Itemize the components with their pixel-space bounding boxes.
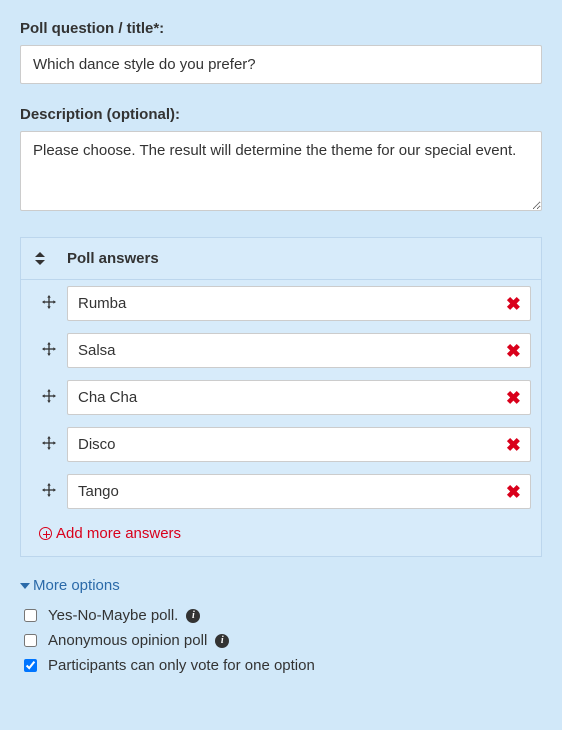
- answer-input[interactable]: [67, 286, 531, 321]
- option-checkbox[interactable]: [24, 609, 37, 622]
- poll-answers-panel: Poll answers ✖ ✖ ✖ ✖ ✖ Add more answers: [20, 237, 542, 557]
- answer-input[interactable]: [67, 474, 531, 509]
- drag-handle-icon[interactable]: [31, 389, 67, 406]
- answer-row: ✖: [21, 374, 541, 421]
- option-row: Participants can only vote for one optio…: [20, 656, 542, 675]
- option-checkbox[interactable]: [24, 659, 37, 672]
- more-options-toggle[interactable]: More options: [20, 577, 542, 594]
- poll-question-input[interactable]: [20, 45, 542, 84]
- delete-answer-icon[interactable]: ✖: [506, 389, 521, 407]
- caret-down-icon: [20, 583, 30, 589]
- sort-icon[interactable]: [33, 252, 47, 265]
- add-more-answers-button[interactable]: Add more answers: [21, 515, 541, 556]
- option-row: Yes-No-Maybe poll. i: [20, 606, 542, 625]
- more-options-label: More options: [33, 577, 120, 594]
- info-icon[interactable]: i: [215, 634, 229, 648]
- add-more-label: Add more answers: [56, 525, 181, 542]
- delete-answer-icon[interactable]: ✖: [506, 483, 521, 501]
- option-label: Anonymous opinion poll: [48, 632, 207, 649]
- drag-handle-icon[interactable]: [31, 342, 67, 359]
- option-checkbox[interactable]: [24, 634, 37, 647]
- answer-row: ✖: [21, 421, 541, 468]
- answer-row: ✖: [21, 468, 541, 515]
- option-label: Yes-No-Maybe poll.: [48, 607, 178, 624]
- delete-answer-icon[interactable]: ✖: [506, 436, 521, 454]
- delete-answer-icon[interactable]: ✖: [506, 342, 521, 360]
- drag-handle-icon[interactable]: [31, 483, 67, 500]
- answer-row: ✖: [21, 280, 541, 327]
- drag-handle-icon[interactable]: [31, 436, 67, 453]
- description-label: Description (optional):: [20, 106, 542, 123]
- option-label: Participants can only vote for one optio…: [48, 657, 315, 674]
- poll-question-label: Poll question / title*:: [20, 20, 542, 37]
- answer-input[interactable]: [67, 380, 531, 415]
- answer-input[interactable]: [67, 427, 531, 462]
- poll-answers-heading: Poll answers: [67, 250, 159, 267]
- option-row: Anonymous opinion poll i: [20, 631, 542, 650]
- answer-row: ✖: [21, 327, 541, 374]
- description-textarea[interactable]: [20, 131, 542, 211]
- plus-circle-icon: [39, 527, 52, 540]
- info-icon[interactable]: i: [186, 609, 200, 623]
- answer-input[interactable]: [67, 333, 531, 368]
- delete-answer-icon[interactable]: ✖: [506, 295, 521, 313]
- drag-handle-icon[interactable]: [31, 295, 67, 312]
